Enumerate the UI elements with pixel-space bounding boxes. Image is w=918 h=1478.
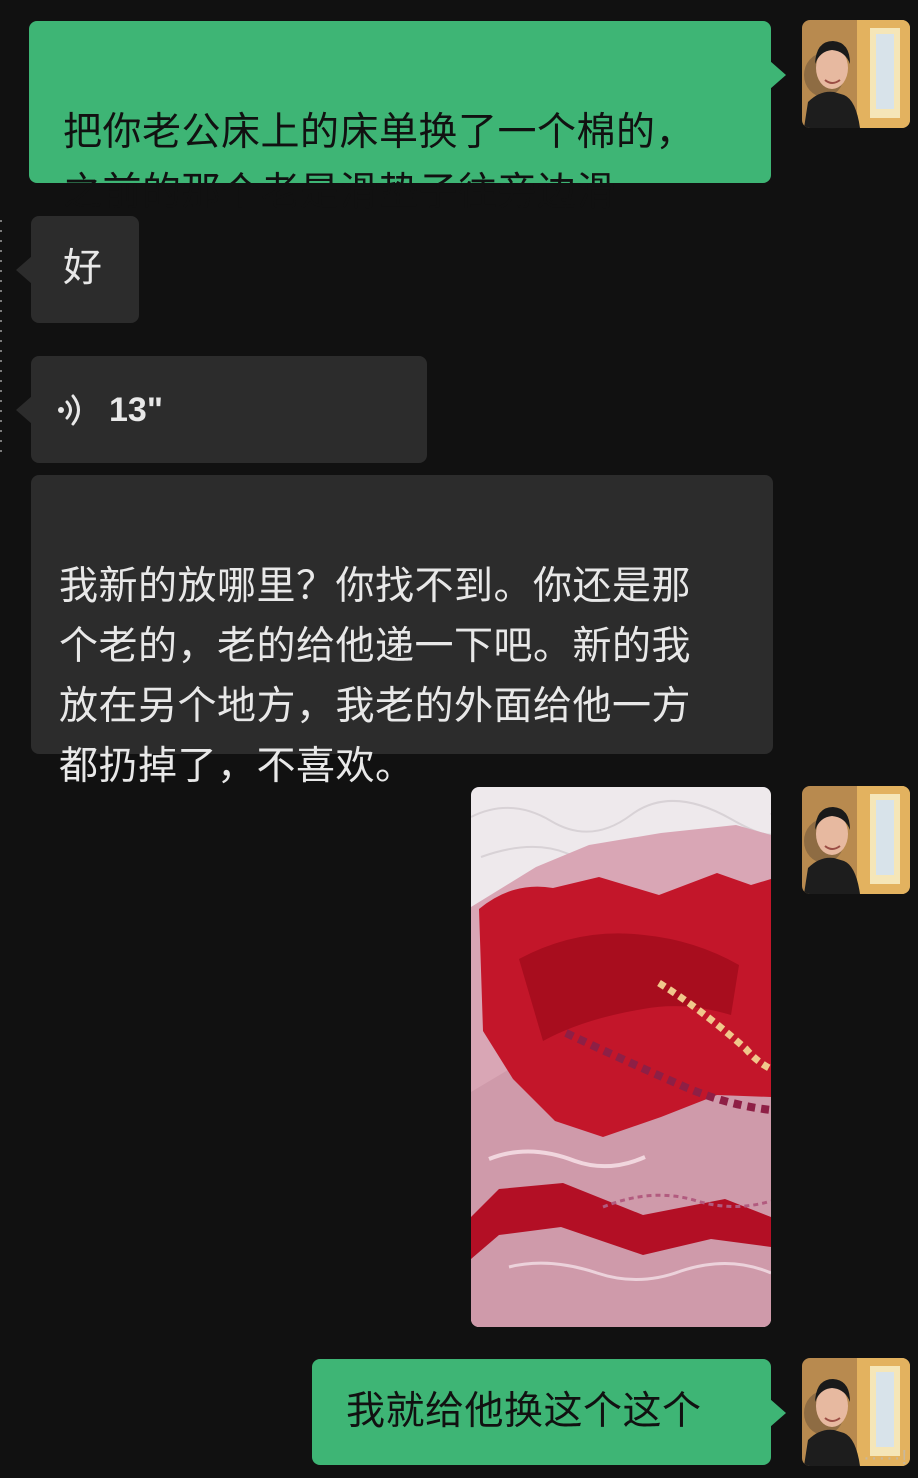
- message-text: 好: [63, 246, 103, 291]
- received-message-bubble[interactable]: 我新的放哪里？你找不到。你还是那 个老的，老的给他递一下吧。新的我 放在另个地方…: [31, 475, 773, 789]
- voice-message-bubble[interactable]: 13": [16, 356, 427, 463]
- message-text: 我新的放哪里？你找不到。你还是那 个老的，老的给他递一下吧。新的我 放在另个地方…: [59, 564, 692, 789]
- message-text: 把你老公床上的床单换了一个棉的， 之前的那个老是滑垫子往旁边滑: [63, 110, 696, 215]
- sent-message-bubble[interactable]: 把你老公床上的床单换了一个棉的， 之前的那个老是滑垫子往旁边滑: [29, 21, 786, 215]
- bed-sheet-photo: [471, 787, 771, 1327]
- avatar[interactable]: [802, 20, 910, 128]
- sent-message-bubble[interactable]: 我就给他换这个这个: [312, 1359, 786, 1465]
- watermark: ·····!: [863, 1447, 908, 1469]
- user-photo-icon: [802, 20, 910, 128]
- voice-message-content: 13": [31, 356, 427, 463]
- message-text: 我就给他换这个这个: [346, 1389, 702, 1434]
- bubble-tail: [770, 1399, 786, 1427]
- voice-wave-icon: [58, 394, 80, 425]
- scroll-indicator: [0, 220, 2, 460]
- bubble-tail: [770, 61, 786, 89]
- received-message-bubble[interactable]: 好: [16, 216, 139, 323]
- bubble-tail: [16, 396, 32, 424]
- voice-duration: 13": [109, 390, 163, 429]
- chat-message-list[interactable]: 把你老公床上的床单换了一个棉的， 之前的那个老是滑垫子往旁边滑 好 13" 我新…: [0, 0, 918, 1478]
- user-photo-icon: [802, 786, 910, 894]
- bubble-tail: [16, 256, 32, 284]
- avatar[interactable]: [802, 786, 910, 894]
- sent-image-message[interactable]: [471, 787, 771, 1327]
